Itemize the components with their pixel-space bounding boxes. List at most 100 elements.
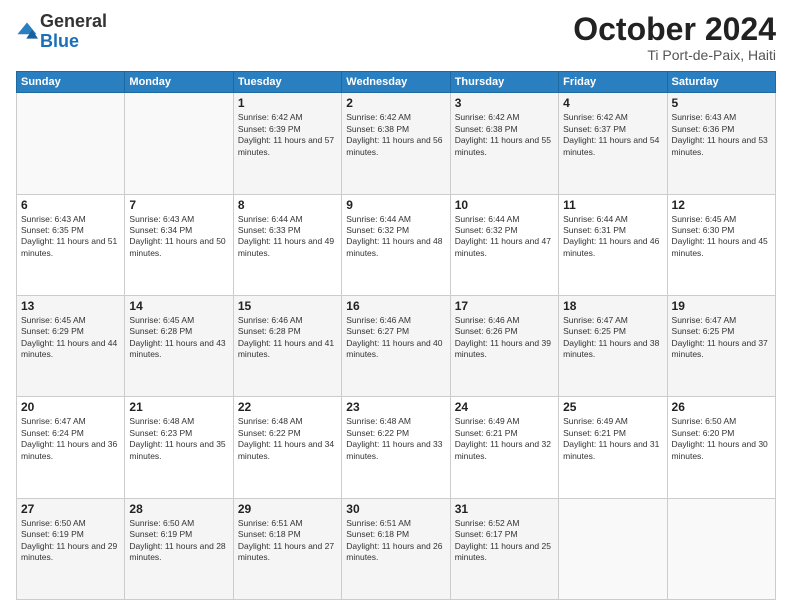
day-info: Sunrise: 6:45 AM Sunset: 6:29 PM Dayligh… [21, 315, 120, 361]
day-number: 4 [563, 96, 662, 110]
day-info: Sunrise: 6:43 AM Sunset: 6:36 PM Dayligh… [672, 112, 771, 158]
day-number: 24 [455, 400, 554, 414]
calendar-day-cell: 10Sunrise: 6:44 AM Sunset: 6:32 PM Dayli… [450, 194, 558, 295]
day-info: Sunrise: 6:47 AM Sunset: 6:25 PM Dayligh… [672, 315, 771, 361]
day-number: 2 [346, 96, 445, 110]
calendar-week-row: 13 Sunrise: 6:45 AM Sunset: 6:29 PM Dayli… [17, 295, 776, 396]
calendar-day-cell: 11Sunrise: 6:44 AM Sunset: 6:31 PM Dayli… [559, 194, 667, 295]
day-info: Sunrise: 6:42 AM Sunset: 6:37 PM Dayligh… [563, 112, 662, 158]
logo: General Blue [16, 12, 107, 52]
day-number: 19 [672, 299, 771, 313]
calendar-day-cell [559, 498, 667, 599]
calendar-header: SundayMondayTuesdayWednesdayThursdayFrid… [17, 72, 776, 93]
day-info: Sunrise: 6:48 AM Sunset: 6:22 PM Dayligh… [346, 416, 445, 462]
day-number: 28 [129, 502, 228, 516]
calendar-week-row: 1 Sunrise: 6:42 AM Sunset: 6:39 PM Daylig… [17, 93, 776, 194]
day-info: Sunrise: 6:44 AM Sunset: 6:33 PM Dayligh… [238, 214, 337, 260]
logo-text: General Blue [40, 12, 107, 52]
day-info: Sunrise: 6:42 AM Sunset: 6:38 PM Dayligh… [346, 112, 445, 158]
weekday-row: SundayMondayTuesdayWednesdayThursdayFrid… [17, 72, 776, 93]
weekday-header: Friday [559, 72, 667, 93]
calendar-day-cell: 23 Sunrise: 6:48 AM Sunset: 6:22 PM Dayli… [342, 397, 450, 498]
calendar-day-cell: 12 Sunrise: 6:45 AM Sunset: 6:30 PM Dayli… [667, 194, 775, 295]
calendar-day-cell: 27Sunrise: 6:50 AM Sunset: 6:19 PM Dayli… [17, 498, 125, 599]
day-number: 20 [21, 400, 120, 414]
calendar-day-cell: 5Sunrise: 6:43 AM Sunset: 6:36 PM Daylig… [667, 93, 775, 194]
day-number: 11 [563, 198, 662, 212]
day-info: Sunrise: 6:46 AM Sunset: 6:28 PM Dayligh… [238, 315, 337, 361]
calendar-table: SundayMondayTuesdayWednesdayThursdayFrid… [16, 71, 776, 600]
logo-general: General [40, 12, 107, 32]
calendar-day-cell: 8 Sunrise: 6:44 AM Sunset: 6:33 PM Daylig… [233, 194, 341, 295]
calendar-day-cell: 19 Sunrise: 6:47 AM Sunset: 6:25 PM Dayli… [667, 295, 775, 396]
weekday-header: Tuesday [233, 72, 341, 93]
day-number: 17 [455, 299, 554, 313]
weekday-header: Sunday [17, 72, 125, 93]
calendar-day-cell: 16Sunrise: 6:46 AM Sunset: 6:27 PM Dayli… [342, 295, 450, 396]
day-number: 26 [672, 400, 771, 414]
header: General Blue October 2024 Ti Port-de-Pai… [16, 12, 776, 63]
day-number: 23 [346, 400, 445, 414]
logo-blue: Blue [40, 32, 107, 52]
day-info: Sunrise: 6:49 AM Sunset: 6:21 PM Dayligh… [455, 416, 554, 462]
calendar-day-cell: 4 Sunrise: 6:42 AM Sunset: 6:37 PM Daylig… [559, 93, 667, 194]
day-number: 25 [563, 400, 662, 414]
calendar-week-row: 27Sunrise: 6:50 AM Sunset: 6:19 PM Dayli… [17, 498, 776, 599]
day-number: 12 [672, 198, 771, 212]
day-info: Sunrise: 6:42 AM Sunset: 6:38 PM Dayligh… [455, 112, 554, 158]
day-info: Sunrise: 6:45 AM Sunset: 6:30 PM Dayligh… [672, 214, 771, 260]
calendar-day-cell: 9Sunrise: 6:44 AM Sunset: 6:32 PM Daylig… [342, 194, 450, 295]
calendar-body: 1 Sunrise: 6:42 AM Sunset: 6:39 PM Daylig… [17, 93, 776, 600]
day-info: Sunrise: 6:44 AM Sunset: 6:32 PM Dayligh… [346, 214, 445, 260]
calendar-day-cell: 20 Sunrise: 6:47 AM Sunset: 6:24 PM Dayli… [17, 397, 125, 498]
day-number: 3 [455, 96, 554, 110]
calendar-day-cell: 13 Sunrise: 6:45 AM Sunset: 6:29 PM Dayli… [17, 295, 125, 396]
calendar-day-cell: 21Sunrise: 6:48 AM Sunset: 6:23 PM Dayli… [125, 397, 233, 498]
calendar-day-cell [17, 93, 125, 194]
day-info: Sunrise: 6:49 AM Sunset: 6:21 PM Dayligh… [563, 416, 662, 462]
calendar-day-cell: 25 Sunrise: 6:49 AM Sunset: 6:21 PM Dayli… [559, 397, 667, 498]
day-number: 31 [455, 502, 554, 516]
day-number: 13 [21, 299, 120, 313]
day-number: 8 [238, 198, 337, 212]
day-info: Sunrise: 6:42 AM Sunset: 6:39 PM Dayligh… [238, 112, 337, 158]
weekday-header: Saturday [667, 72, 775, 93]
calendar-day-cell: 15 Sunrise: 6:46 AM Sunset: 6:28 PM Dayli… [233, 295, 341, 396]
day-number: 21 [129, 400, 228, 414]
day-info: Sunrise: 6:45 AM Sunset: 6:28 PM Dayligh… [129, 315, 228, 361]
calendar-day-cell: 29Sunrise: 6:51 AM Sunset: 6:18 PM Dayli… [233, 498, 341, 599]
weekday-header: Thursday [450, 72, 558, 93]
calendar-week-row: 20 Sunrise: 6:47 AM Sunset: 6:24 PM Dayli… [17, 397, 776, 498]
calendar-day-cell: 31 Sunrise: 6:52 AM Sunset: 6:17 PM Dayli… [450, 498, 558, 599]
day-info: Sunrise: 6:51 AM Sunset: 6:18 PM Dayligh… [346, 518, 445, 564]
calendar-day-cell: 1 Sunrise: 6:42 AM Sunset: 6:39 PM Daylig… [233, 93, 341, 194]
day-info: Sunrise: 6:52 AM Sunset: 6:17 PM Dayligh… [455, 518, 554, 564]
calendar-day-cell: 30 Sunrise: 6:51 AM Sunset: 6:18 PM Dayli… [342, 498, 450, 599]
day-info: Sunrise: 6:43 AM Sunset: 6:34 PM Dayligh… [129, 214, 228, 260]
day-info: Sunrise: 6:48 AM Sunset: 6:22 PM Dayligh… [238, 416, 337, 462]
day-number: 27 [21, 502, 120, 516]
weekday-header: Monday [125, 72, 233, 93]
calendar-day-cell: 6Sunrise: 6:43 AM Sunset: 6:35 PM Daylig… [17, 194, 125, 295]
day-number: 16 [346, 299, 445, 313]
calendar-day-cell: 3 Sunrise: 6:42 AM Sunset: 6:38 PM Daylig… [450, 93, 558, 194]
day-number: 29 [238, 502, 337, 516]
day-info: Sunrise: 6:47 AM Sunset: 6:24 PM Dayligh… [21, 416, 120, 462]
calendar-day-cell: 7 Sunrise: 6:43 AM Sunset: 6:34 PM Daylig… [125, 194, 233, 295]
day-number: 7 [129, 198, 228, 212]
day-number: 10 [455, 198, 554, 212]
day-number: 30 [346, 502, 445, 516]
day-number: 18 [563, 299, 662, 313]
calendar-day-cell [667, 498, 775, 599]
day-number: 14 [129, 299, 228, 313]
page-subtitle: Ti Port-de-Paix, Haiti [573, 47, 776, 63]
calendar-day-cell: 2 Sunrise: 6:42 AM Sunset: 6:38 PM Daylig… [342, 93, 450, 194]
day-info: Sunrise: 6:47 AM Sunset: 6:25 PM Dayligh… [563, 315, 662, 361]
calendar-day-cell: 18 Sunrise: 6:47 AM Sunset: 6:25 PM Dayli… [559, 295, 667, 396]
calendar-day-cell: 22Sunrise: 6:48 AM Sunset: 6:22 PM Dayli… [233, 397, 341, 498]
day-number: 15 [238, 299, 337, 313]
day-number: 1 [238, 96, 337, 110]
weekday-header: Wednesday [342, 72, 450, 93]
calendar-week-row: 6Sunrise: 6:43 AM Sunset: 6:35 PM Daylig… [17, 194, 776, 295]
calendar-day-cell: 26Sunrise: 6:50 AM Sunset: 6:20 PM Dayli… [667, 397, 775, 498]
